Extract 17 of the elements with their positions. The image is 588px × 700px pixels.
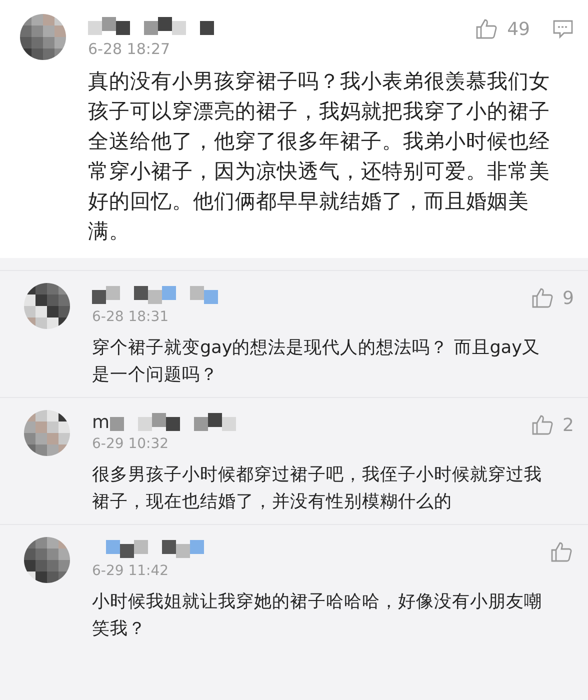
comment-text: 很多男孩子小时候都穿过裙子吧，我侄子小时候就穿过我裙子，现在也结婚了，并没有性别模糊什么的 [92,464,543,514]
comment-time: 6-28 18:31 [92,309,170,325]
comment-icon[interactable] [552,18,574,40]
comment-time: 6-28 18:27 [88,40,172,58]
like-count: 2 [562,414,574,436]
username[interactable]: m [92,412,110,432]
thumbs-up-icon[interactable] [475,17,500,41]
comment-time: 6-29 10:32 [92,436,170,452]
comment-text: 穿个裙子就变gay的想法是现代人的想法吗？ 而且gay又是一个问题吗？ [92,337,541,387]
comment-time: 6-29 11:42 [92,563,170,579]
like-count: 9 [562,288,574,308]
like-count: 49 [507,18,530,40]
comment-text: 真的没有小男孩穿裙子吗？我小表弟很羡慕我们女孩子可以穿漂亮的裙子，我妈就把我穿了小的裙子全送给他了，他穿了很多年裙子。我弟小时候也经常穿小裙子，因为凉快透气，还特别可爱。非常美好的回忆。他们俩都早早就结婚了，而且婚姻美满。 [88,68,551,245]
thumbs-up-icon[interactable] [530,413,555,437]
comment-text: 小时候我姐就让我穿她的裙子哈哈哈，好像没有小朋友嘲笑我？ [92,591,543,641]
thumbs-up-icon[interactable] [550,540,574,564]
thumbs-up-icon[interactable] [530,286,555,310]
